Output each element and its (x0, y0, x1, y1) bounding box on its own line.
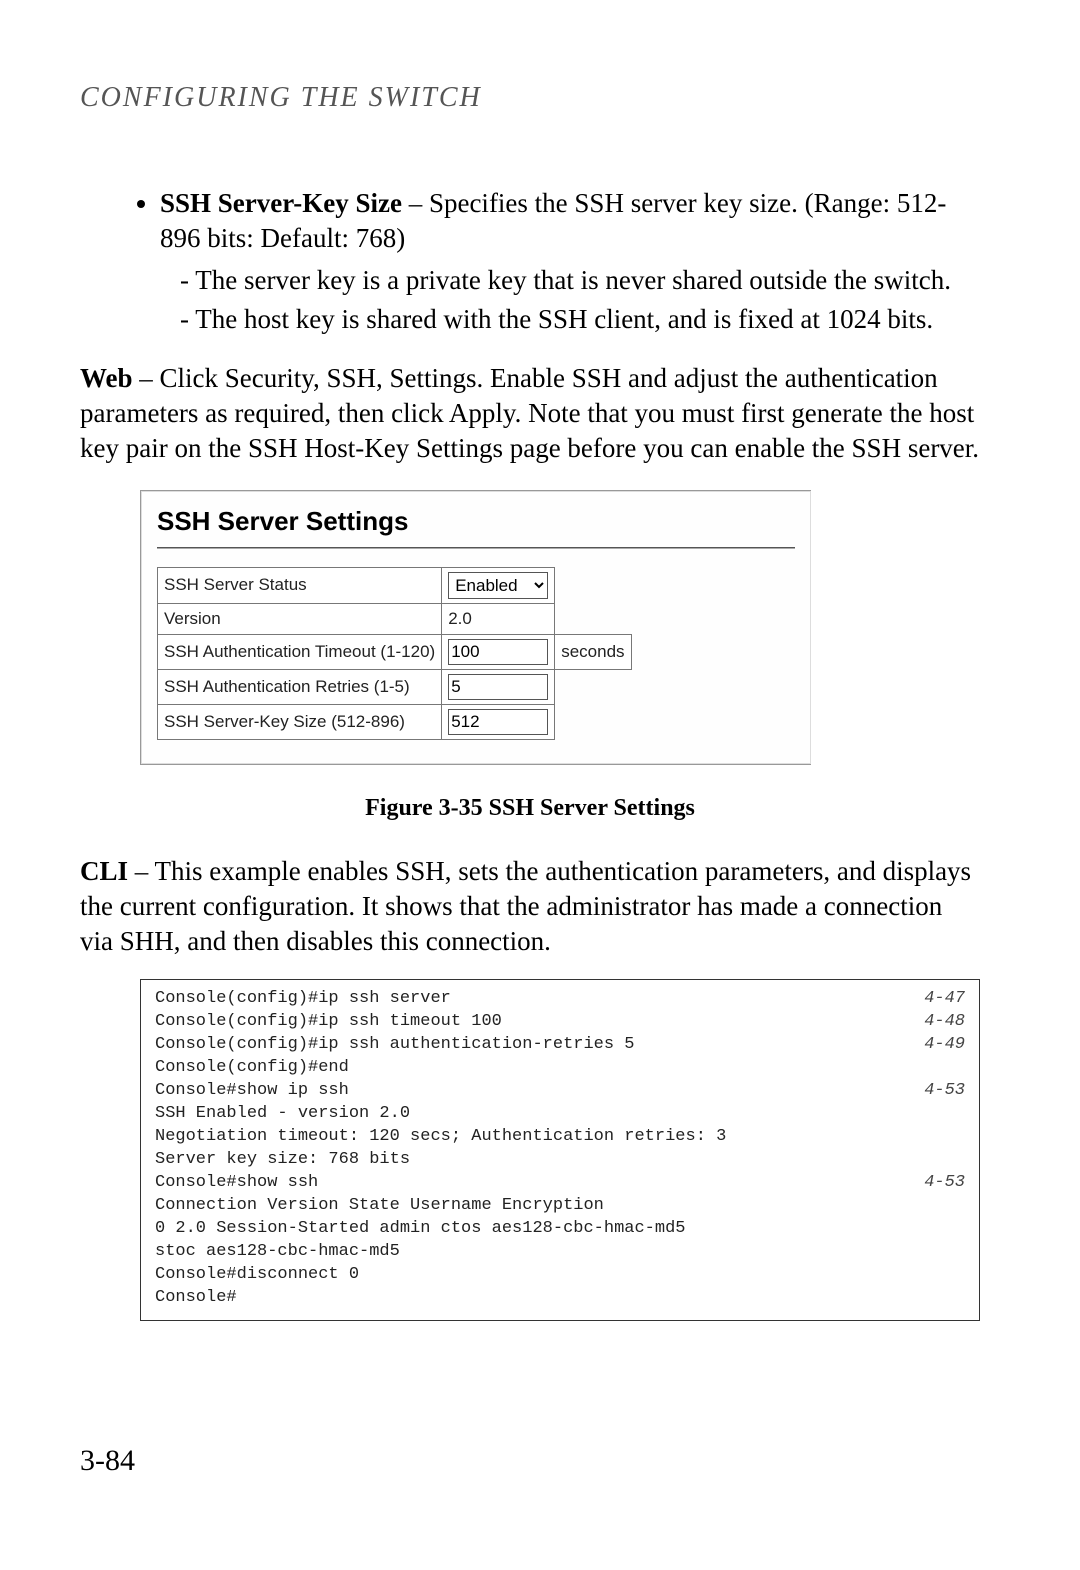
cli-line: Console(config)#end (155, 1057, 349, 1080)
label-auth-retries: SSH Authentication Retries (1-5) (158, 669, 442, 704)
panel-rule (157, 547, 795, 549)
cli-paragraph: CLI – This example enables SSH, sets the… (80, 854, 980, 959)
ssh-settings-panel: SSH Server Settings SSH Server Status En… (140, 490, 811, 765)
input-auth-timeout[interactable] (448, 639, 548, 665)
cli-line: Console(config)#ip ssh timeout 100 (155, 1011, 502, 1034)
settings-table: SSH Server Status Enabled Version 2.0 SS… (157, 567, 632, 740)
cli-line: Console# (155, 1287, 237, 1310)
input-auth-retries[interactable] (448, 674, 548, 700)
input-key-size[interactable] (448, 709, 548, 735)
cli-output: Console(config)#ip ssh server 4-47 Consol… (140, 979, 980, 1320)
panel-title: SSH Server Settings (141, 499, 811, 541)
cli-line: Console#disconnect 0 (155, 1264, 359, 1287)
label-version: Version (158, 603, 442, 634)
figure-caption: Figure 3-35 SSH Server Settings (80, 793, 980, 824)
cli-ref: 4-47 (908, 988, 965, 1011)
cli-paragraph-label: CLI (80, 856, 128, 886)
label-ssh-status: SSH Server Status (158, 567, 442, 603)
cli-line: Console#show ssh (155, 1172, 318, 1195)
cli-line: Server key size: 768 bits (155, 1149, 410, 1172)
web-paragraph: Web – Click Security, SSH, Settings. Ena… (80, 361, 980, 466)
label-auth-timeout: SSH Authentication Timeout (1-120) (158, 634, 442, 669)
bullet-ssh-key-size: SSH Server-Key Size – Specifies the SSH … (160, 186, 980, 336)
cli-line: 0 2.0 Session-Started admin ctos aes128-… (155, 1218, 686, 1241)
value-version: 2.0 (442, 603, 555, 634)
cli-line: Console#show ip ssh (155, 1080, 349, 1103)
cli-ref: 4-53 (908, 1080, 965, 1103)
cli-ref: 4-49 (908, 1034, 965, 1057)
cli-line: Console(config)#ip ssh server (155, 988, 451, 1011)
cli-line: stoc aes128-cbc-hmac-md5 (155, 1241, 400, 1264)
cli-ref: 4-48 (908, 1011, 965, 1034)
bullet-sub-2: - The host key is shared with the SSH cl… (180, 302, 980, 337)
cli-ref: 4-53 (908, 1172, 965, 1195)
running-header: CONFIGURING THE SWITCH (80, 80, 980, 116)
cli-line: SSH Enabled - version 2.0 (155, 1103, 410, 1126)
cli-line: Console(config)#ip ssh authentication-re… (155, 1034, 634, 1057)
select-ssh-status[interactable]: Enabled (448, 572, 548, 599)
cli-line: Negotiation timeout: 120 secs; Authentic… (155, 1126, 726, 1149)
label-key-size: SSH Server-Key Size (512-896) (158, 704, 442, 739)
cli-line: Connection Version State Username Encryp… (155, 1195, 604, 1218)
bullet-sub-1: - The server key is a private key that i… (180, 263, 980, 298)
unit-seconds: seconds (555, 634, 631, 669)
web-paragraph-text: – Click Security, SSH, Settings. Enable … (80, 363, 979, 463)
page-number: 3-84 (80, 1441, 135, 1480)
cli-paragraph-text: – This example enables SSH, sets the aut… (80, 856, 971, 956)
bullet-label: SSH Server-Key Size (160, 188, 402, 218)
web-paragraph-label: Web (80, 363, 133, 393)
